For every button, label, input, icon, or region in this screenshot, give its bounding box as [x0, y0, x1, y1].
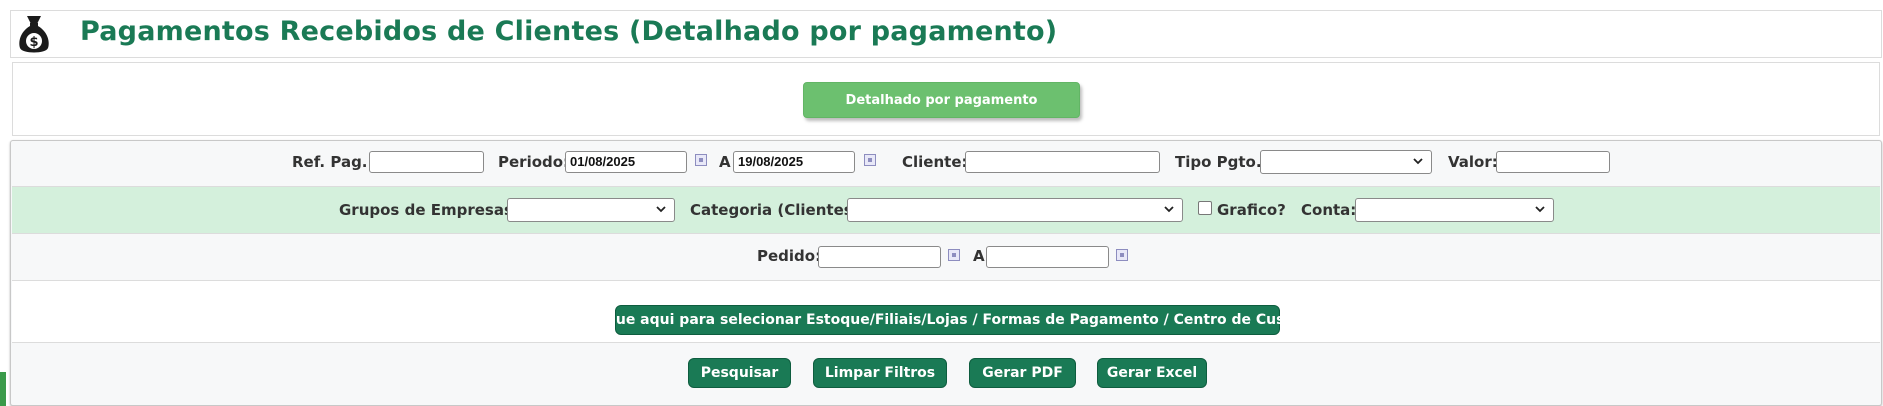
select-options-button[interactable]: Clique aqui para selecionar Estoque/Fili…: [586, 305, 1309, 335]
divider: [12, 233, 1880, 234]
divider: [12, 342, 1880, 343]
periodo-separator: A: [719, 153, 731, 171]
chevron-down-icon: [1535, 206, 1545, 213]
chevron-down-icon: [1164, 206, 1174, 213]
cliente-input[interactable]: [965, 151, 1160, 173]
pedido-end-input[interactable]: [986, 246, 1109, 268]
calendar-icon[interactable]: [1116, 249, 1128, 261]
grupos-select[interactable]: [507, 198, 675, 222]
calendar-icon[interactable]: [695, 154, 707, 166]
side-accent: [0, 372, 6, 406]
tipo-pgto-select[interactable]: [1260, 150, 1432, 174]
cliente-label: Cliente:: [902, 153, 968, 171]
pedido-label: Pedido:: [757, 247, 822, 265]
svg-text:$: $: [29, 35, 38, 50]
periodo-label: Periodo:: [498, 153, 570, 171]
generate-pdf-button[interactable]: Gerar PDF: [969, 358, 1076, 388]
calendar-icon[interactable]: [864, 154, 876, 166]
conta-label: Conta:: [1301, 201, 1357, 219]
categoria-select[interactable]: [847, 198, 1183, 222]
pedido-separator: A: [973, 247, 985, 265]
calendar-icon[interactable]: [948, 249, 960, 261]
search-button[interactable]: Pesquisar: [688, 358, 791, 388]
ref-pag-input[interactable]: [369, 151, 484, 173]
tab-detalhado-por-pagamento[interactable]: Detalhado por pagamento: [803, 82, 1080, 118]
categoria-label: Categoria (Clientes):: [690, 201, 866, 219]
chevron-down-icon: [1413, 158, 1423, 165]
tipo-pgto-label: Tipo Pgto.:: [1175, 153, 1268, 171]
periodo-end-input[interactable]: 19/08/2025: [733, 151, 855, 173]
ref-pag-label: Ref. Pag.:: [292, 153, 374, 171]
grafico-label: Grafico?: [1217, 201, 1286, 219]
grupos-label: Grupos de Empresas:: [339, 201, 519, 219]
valor-input[interactable]: [1496, 151, 1610, 173]
valor-label: Valor:: [1448, 153, 1498, 171]
clear-filters-button[interactable]: Limpar Filtros: [813, 358, 947, 388]
pedido-start-input[interactable]: [818, 246, 941, 268]
periodo-start-input[interactable]: 01/08/2025: [565, 151, 687, 173]
page-title: Pagamentos Recebidos de Clientes (Detalh…: [80, 16, 1058, 47]
money-bag-icon: $: [19, 16, 49, 53]
generate-excel-button[interactable]: Gerar Excel: [1097, 358, 1207, 388]
chevron-down-icon: [656, 206, 666, 213]
grafico-checkbox[interactable]: [1198, 201, 1212, 215]
conta-select[interactable]: [1355, 198, 1554, 222]
